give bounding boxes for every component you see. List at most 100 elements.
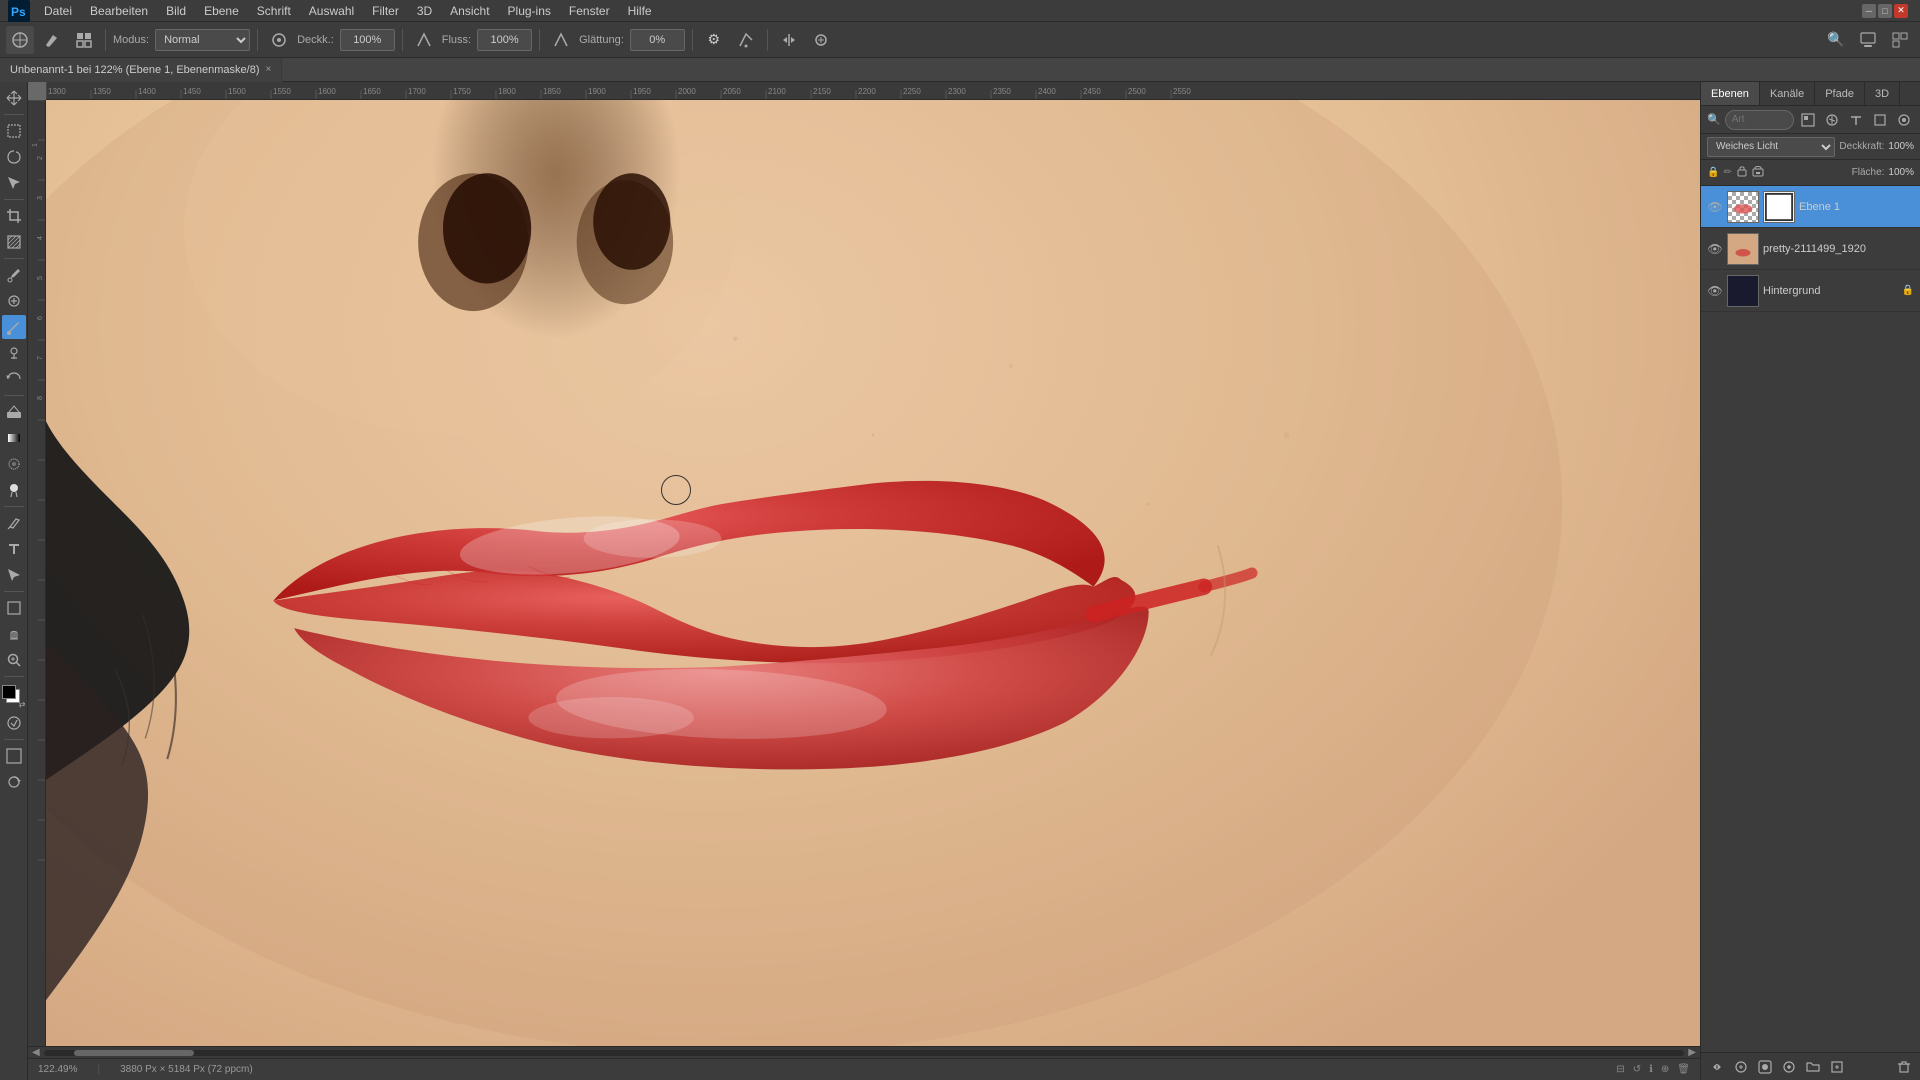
smoothing-options-icon[interactable]: ⚙ [700, 26, 728, 54]
lock-all-icon[interactable] [1752, 165, 1764, 180]
canvas-main[interactable] [46, 100, 1700, 1046]
menu-auswahl[interactable]: Auswahl [301, 2, 362, 20]
lock-position-icon[interactable] [1736, 165, 1748, 180]
layer-visibility-toggle[interactable]: 👁 [1707, 283, 1723, 299]
layer-visibility-toggle[interactable]: 👁 [1707, 241, 1723, 257]
tool-options-icon[interactable] [70, 26, 98, 54]
menu-filter[interactable]: Filter [364, 2, 407, 20]
filter-adjustment-icon[interactable] [1822, 110, 1842, 130]
menu-ebene[interactable]: Ebene [196, 2, 247, 20]
quick-mask-tool[interactable] [2, 711, 26, 735]
lasso-tool[interactable] [2, 145, 26, 169]
airbrush-icon[interactable] [265, 26, 293, 54]
filter-shape-icon[interactable] [1870, 110, 1890, 130]
add-style-icon[interactable] [1731, 1057, 1751, 1077]
menu-hilfe[interactable]: Hilfe [620, 2, 660, 20]
glaettung-input[interactable] [630, 29, 685, 51]
scroll-left-button[interactable]: ◀ [32, 1047, 40, 1058]
add-mask-icon[interactable] [1755, 1057, 1775, 1077]
flow-pressure-icon[interactable] [547, 26, 575, 54]
path-select-tool[interactable] [2, 563, 26, 587]
delete-layer-icon[interactable] [1894, 1057, 1914, 1077]
navigator-icon[interactable]: ⊟ [1616, 1064, 1624, 1075]
brush-tool-icon[interactable] [6, 26, 34, 54]
layer-visibility-toggle[interactable]: 👁 [1707, 199, 1723, 215]
add-layer-icon[interactable]: ⊕ [1661, 1064, 1669, 1075]
pressure-opacity-icon[interactable] [410, 26, 438, 54]
text-tool[interactable] [2, 537, 26, 561]
workspace-icon[interactable] [1854, 26, 1882, 54]
blur-tool[interactable] [2, 452, 26, 476]
layer-item[interactable]: 👁 pretty-2111499_1920 [1701, 228, 1920, 270]
screen-mode-icon[interactable] [2, 744, 26, 768]
tool-brush-icon[interactable] [38, 26, 66, 54]
layer-item[interactable]: 👁 [1701, 186, 1920, 228]
filter-pixel-icon[interactable] [1798, 110, 1818, 130]
lock-paint-icon[interactable]: ✏ [1723, 167, 1731, 178]
scroll-right-button[interactable]: ▶ [1688, 1047, 1696, 1058]
tab-3d[interactable]: 3D [1865, 82, 1900, 105]
swap-colors-icon[interactable]: ⇄ [19, 700, 26, 709]
tab-ebenen[interactable]: Ebenen [1701, 82, 1760, 105]
fluss-input[interactable] [477, 29, 532, 51]
menu-schrift[interactable]: Schrift [249, 2, 299, 20]
rotate-view-icon[interactable] [2, 770, 26, 794]
filter-smart-icon[interactable] [1894, 110, 1914, 130]
blending-mode-dropdown[interactable]: Weiches Licht Normal Auflösen Multiplizi… [1707, 137, 1835, 157]
crop-tool[interactable] [2, 204, 26, 228]
history-icon[interactable]: ↺ [1633, 1064, 1641, 1075]
search-icon[interactable]: 🔍 [1822, 26, 1850, 54]
document-tab[interactable]: Unbenannt-1 bei 122% (Ebene 1, Ebenenmas… [0, 58, 282, 82]
link-layers-icon[interactable] [1707, 1057, 1727, 1077]
menu-3d[interactable]: 3D [409, 2, 440, 20]
menu-bearbeiten[interactable]: Bearbeiten [82, 2, 156, 20]
brush-main-tool[interactable] [2, 315, 26, 339]
menu-ansicht[interactable]: Ansicht [442, 2, 497, 20]
heal-tool[interactable] [2, 289, 26, 313]
tab-kanaele[interactable]: Kanäle [1760, 82, 1815, 105]
layer-search-input[interactable] [1732, 114, 1787, 125]
menu-datei[interactable]: Datei [36, 2, 80, 20]
symmetry-icon[interactable] [775, 26, 803, 54]
move-tool[interactable] [2, 86, 26, 110]
clone-stamp-tool[interactable] [2, 341, 26, 365]
dodge-tool[interactable] [2, 478, 26, 502]
minimize-button[interactable]: ─ [1862, 4, 1876, 18]
object-selection-tool[interactable] [2, 171, 26, 195]
filter-type-icon[interactable] [1846, 110, 1866, 130]
horizontal-scrollbar[interactable]: ◀ ▶ [28, 1046, 1700, 1058]
scroll-thumb[interactable] [74, 1050, 194, 1056]
history-brush-tool[interactable] [2, 367, 26, 391]
frame-tool[interactable] [2, 230, 26, 254]
extra-tool-icon[interactable] [807, 26, 835, 54]
tab-pfade[interactable]: Pfade [1815, 82, 1865, 105]
eyedropper-tool[interactable] [2, 263, 26, 287]
layer-search-box[interactable] [1725, 110, 1794, 130]
close-button[interactable]: ✕ [1894, 4, 1908, 18]
layer-item[interactable]: 👁 Hintergrund 🔒 [1701, 270, 1920, 312]
deckkraft-input[interactable] [340, 29, 395, 51]
eraser-tool[interactable] [2, 400, 26, 424]
shape-tool[interactable] [2, 596, 26, 620]
add-adjustment-icon[interactable] [1779, 1057, 1799, 1077]
pen-tool[interactable] [2, 511, 26, 535]
new-layer-icon[interactable] [1827, 1057, 1847, 1077]
zoom-tool[interactable] [2, 648, 26, 672]
hand-tool[interactable] [2, 622, 26, 646]
layer-thumbnail [1727, 191, 1759, 223]
marquee-tool[interactable] [2, 119, 26, 143]
angle-icon[interactable] [732, 26, 760, 54]
tab-close-button[interactable]: × [266, 64, 272, 75]
gradient-tool[interactable] [2, 426, 26, 450]
mode-dropdown[interactable]: Normal Auflösen Abdunkeln Multiplizieren [155, 29, 250, 51]
arrange-icon[interactable] [1886, 26, 1914, 54]
menu-plugins[interactable]: Plug-ins [500, 2, 559, 20]
menu-fenster[interactable]: Fenster [561, 2, 618, 20]
delete-icon[interactable]: 🗑 [1677, 1064, 1690, 1075]
folder-icon[interactable] [1803, 1057, 1823, 1077]
foreground-background-colors[interactable]: ⇄ [2, 685, 26, 709]
menu-bild[interactable]: Bild [158, 2, 194, 20]
lock-transparent-icon[interactable]: 🔒 [1707, 167, 1719, 178]
info-icon[interactable]: ℹ [1649, 1064, 1653, 1075]
maximize-button[interactable]: □ [1878, 4, 1892, 18]
